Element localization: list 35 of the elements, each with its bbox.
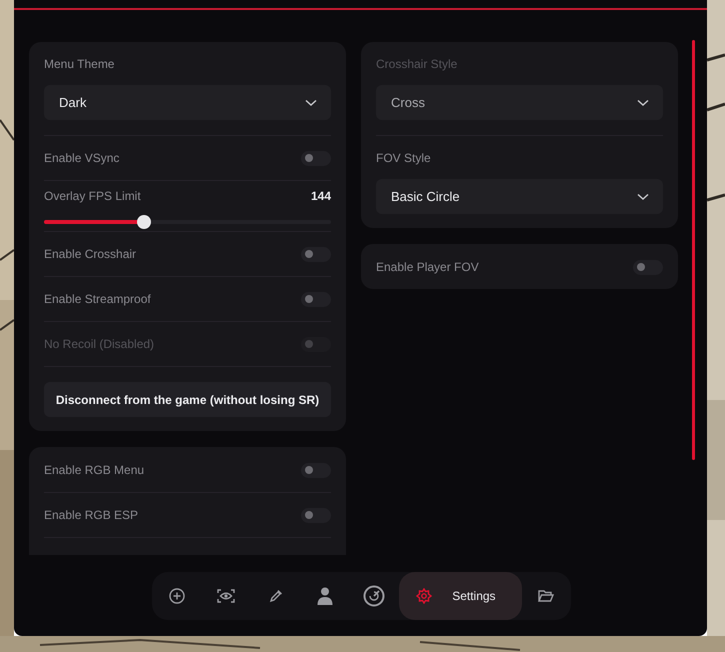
slider-value: 144 [310, 188, 331, 205]
gauge-icon [363, 585, 386, 607]
nav-tab[interactable]: Settings [399, 572, 522, 620]
eye-icon [217, 588, 236, 604]
chevron-icon [305, 98, 317, 106]
toggle-switch[interactable] [301, 508, 331, 522]
setting-label: FOV Style [376, 151, 432, 165]
setting-label: Menu Theme [44, 57, 116, 71]
setting-label: Crosshair Style [376, 57, 458, 71]
setting-label: Enable VSync [44, 150, 120, 167]
scrollbar[interactable] [692, 40, 695, 460]
dropper-icon [268, 589, 283, 603]
setting-label: Enable Streamproof [44, 291, 151, 308]
slider[interactable] [44, 215, 331, 229]
setting-label: Enable Player FOV [376, 259, 479, 276]
chevron-icon [637, 98, 649, 106]
setting-label: Enable RGB Menu [44, 462, 144, 479]
toggle-switch[interactable] [301, 150, 331, 166]
person-icon [317, 587, 334, 605]
toggle-switch[interactable] [301, 462, 331, 478]
dropdown[interactable]: Basic Circle [376, 179, 663, 214]
gear-icon [416, 588, 432, 604]
chevron-icon [637, 192, 649, 200]
crosshair-icon [168, 588, 185, 604]
setting-label: Enable RGB ESP [44, 507, 138, 524]
setting-label: Enable Crosshair [44, 246, 136, 263]
setting-label: No Recoil (Disabled) [44, 336, 154, 353]
setting-label: Overlay FPS Limit [44, 188, 141, 205]
toggle-switch[interactable] [301, 246, 331, 262]
disconnect-button[interactable]: Disconnect from the game (without losing SR) [44, 382, 331, 417]
toggle-switch[interactable] [301, 292, 331, 306]
toggle-switch[interactable] [633, 260, 663, 274]
slider-thumb[interactable] [137, 215, 152, 229]
folder-icon [538, 589, 554, 603]
dropdown[interactable]: Dark [44, 85, 331, 120]
